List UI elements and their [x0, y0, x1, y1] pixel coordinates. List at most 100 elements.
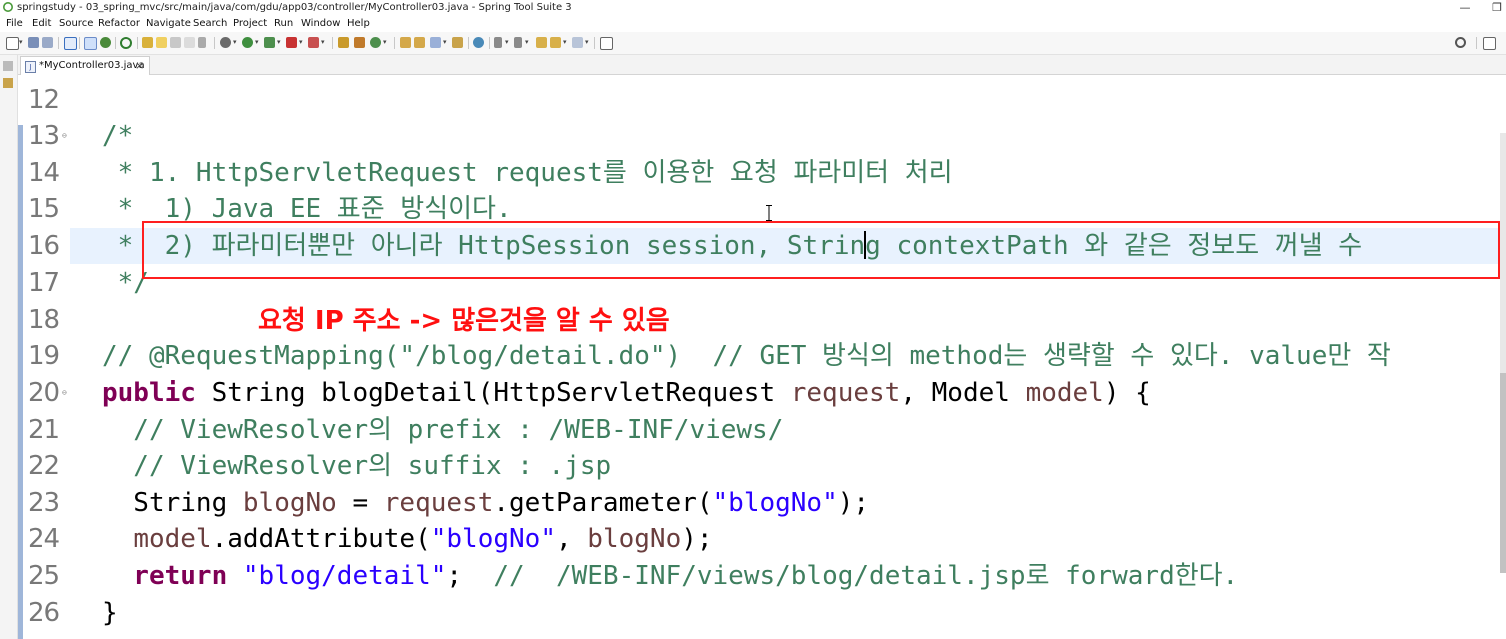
- new-package-icon[interactable]: [354, 37, 365, 48]
- code-text: // ViewResolver의 prefix : /WEB-INF/views…: [102, 415, 784, 445]
- restore-button[interactable]: ❐: [1482, 0, 1506, 15]
- code-line[interactable]: 14 * 1. HttpServletRequest request를 이용한 …: [18, 155, 1506, 191]
- search-icon[interactable]: [430, 37, 441, 48]
- restore-view-icon[interactable]: [3, 61, 13, 71]
- menu-help[interactable]: Help: [346, 15, 371, 32]
- code-line[interactable]: 21 // ViewResolver의 prefix : /WEB-INF/vi…: [18, 412, 1506, 448]
- coverage-icon[interactable]: [264, 37, 275, 48]
- open-folder-icon[interactable]: [452, 37, 463, 48]
- code-line[interactable]: 19 // @RequestMapping("/blog/detail.do")…: [18, 338, 1506, 374]
- maximize-editor-icon[interactable]: [600, 37, 613, 50]
- chevron-down-icon[interactable]: ▾: [505, 37, 511, 48]
- boot-dashboard-icon[interactable]: [100, 37, 111, 48]
- code-line[interactable]: 12: [18, 82, 1506, 118]
- new-class-icon[interactable]: [370, 37, 381, 48]
- debug-icon[interactable]: [220, 37, 231, 48]
- menu-run[interactable]: Run: [273, 15, 294, 32]
- line-number: 21: [28, 415, 60, 445]
- chevron-down-icon[interactable]: ▾: [255, 37, 261, 48]
- menu-bar: File Edit Source Refactor Navigate Searc…: [0, 15, 1506, 32]
- minimize-button[interactable]: —: [1450, 0, 1480, 15]
- code-line[interactable]: 13 ⊖ /*: [18, 118, 1506, 154]
- quick-access-search-icon[interactable]: [1455, 37, 1466, 48]
- line-number: 24: [28, 524, 60, 554]
- editor-tab-mycontroller03[interactable]: J *MyController03.java ×: [20, 56, 150, 75]
- console-icon[interactable]: [64, 37, 77, 50]
- run-icon[interactable]: [242, 37, 253, 48]
- scrollbar-thumb[interactable]: [1500, 373, 1506, 573]
- stop-icon[interactable]: [286, 37, 297, 48]
- vertical-scrollbar[interactable]: [1500, 133, 1506, 573]
- code-line[interactable]: 25 return "blog/detail"; // /WEB-INF/vie…: [18, 558, 1506, 594]
- open-type-icon[interactable]: [400, 37, 411, 48]
- menu-window[interactable]: Window: [300, 15, 341, 32]
- code-text: public String blogDetail(HttpServletRequ…: [102, 378, 1151, 408]
- chevron-down-icon[interactable]: ▾: [585, 37, 591, 48]
- next-annotation-icon[interactable]: [494, 37, 502, 48]
- main-toolbar: ▾ ▾ ▾ ▾ ▾ ▾ ▾ ▾ ▾ ▾ ▾ ▾: [0, 32, 1506, 55]
- chevron-down-icon[interactable]: ▾: [563, 37, 569, 48]
- menu-search[interactable]: Search: [192, 15, 228, 32]
- line-number: 19: [28, 341, 60, 371]
- save-icon[interactable]: [28, 37, 39, 48]
- open-task-icon[interactable]: [414, 37, 425, 48]
- code-line[interactable]: 23 String blogNo = request.getParameter(…: [18, 485, 1506, 521]
- chevron-down-icon[interactable]: ▾: [383, 37, 389, 48]
- line-number: 25: [28, 561, 60, 591]
- forward-icon[interactable]: [572, 37, 583, 48]
- chevron-down-icon[interactable]: ▾: [299, 37, 305, 48]
- editor-tab-bar: J *MyController03.java ×: [18, 55, 1506, 75]
- open-perspective-icon[interactable]: [1483, 37, 1496, 50]
- chevron-down-icon[interactable]: ▾: [19, 37, 25, 48]
- chevron-down-icon[interactable]: ▾: [233, 37, 239, 48]
- pin-icon[interactable]: [142, 37, 153, 48]
- back-icon[interactable]: [550, 37, 561, 48]
- menu-edit[interactable]: Edit: [31, 15, 52, 32]
- menu-refactor[interactable]: Refactor: [97, 15, 141, 32]
- close-icon[interactable]: ×: [135, 57, 144, 74]
- window-title: springstudy - 03_spring_mvc/src/main/jav…: [17, 2, 572, 13]
- previous-annotation-icon[interactable]: [514, 37, 522, 48]
- last-edit-icon[interactable]: [536, 37, 547, 48]
- line-number: 15: [28, 194, 60, 224]
- chevron-down-icon[interactable]: ▾: [525, 37, 531, 48]
- external-tools-icon[interactable]: [308, 37, 319, 48]
- line-number: 17: [28, 268, 60, 298]
- show-whitespace-icon[interactable]: [184, 37, 195, 48]
- code-text: // ViewResolver의 suffix : .jsp: [102, 451, 612, 481]
- code-line[interactable]: 18: [18, 302, 1506, 338]
- block-select-icon[interactable]: [170, 37, 181, 48]
- chevron-down-icon[interactable]: ▾: [443, 37, 449, 48]
- refresh-icon[interactable]: [120, 37, 132, 49]
- code-line[interactable]: 24 model.addAttribute("blogNo", blogNo);: [18, 521, 1506, 557]
- code-text: String blogNo = request.getParameter("bl…: [102, 488, 870, 518]
- fold-icon[interactable]: ⊖: [62, 388, 71, 397]
- code-line[interactable]: 20 ⊖ public String blogDetail(HttpServle…: [18, 375, 1506, 411]
- menu-source[interactable]: Source: [58, 15, 94, 32]
- menu-project[interactable]: Project: [232, 15, 268, 32]
- line-number: 12: [28, 85, 60, 115]
- menu-navigate[interactable]: Navigate: [145, 15, 192, 32]
- mouse-ibeam-cursor: [766, 205, 772, 221]
- code-text: model.addAttribute("blogNo", blogNo);: [133, 524, 713, 554]
- new-file-icon[interactable]: [6, 37, 19, 50]
- paragraph-icon[interactable]: [198, 37, 206, 48]
- spring-tool-suite-icon: [3, 2, 13, 12]
- code-line[interactable]: 22 // ViewResolver의 suffix : .jsp: [18, 448, 1506, 484]
- package-explorer-icon[interactable]: [3, 78, 13, 88]
- menu-file[interactable]: File: [5, 15, 24, 32]
- line-number: 23: [28, 488, 60, 518]
- code-line[interactable]: 26 }: [18, 595, 1506, 631]
- save-all-icon[interactable]: [42, 37, 53, 48]
- code-editor[interactable]: 12 13 ⊖ /* 14 * 1. HttpServletRequest re…: [18, 75, 1506, 639]
- code-text: }: [102, 598, 118, 628]
- fold-icon[interactable]: ⊖: [62, 131, 71, 140]
- chevron-down-icon[interactable]: ▾: [277, 37, 283, 48]
- window-title-bar: springstudy - 03_spring_mvc/src/main/jav…: [0, 0, 1506, 15]
- skip-breakpoints-icon[interactable]: [84, 37, 97, 50]
- globe-icon[interactable]: [473, 37, 484, 48]
- highlight-icon[interactable]: [156, 37, 167, 48]
- annotation-note: 요청 IP 주소 -> 많은것을 알 수 있음: [258, 306, 670, 336]
- new-java-project-icon[interactable]: [338, 37, 349, 48]
- chevron-down-icon[interactable]: ▾: [321, 37, 327, 48]
